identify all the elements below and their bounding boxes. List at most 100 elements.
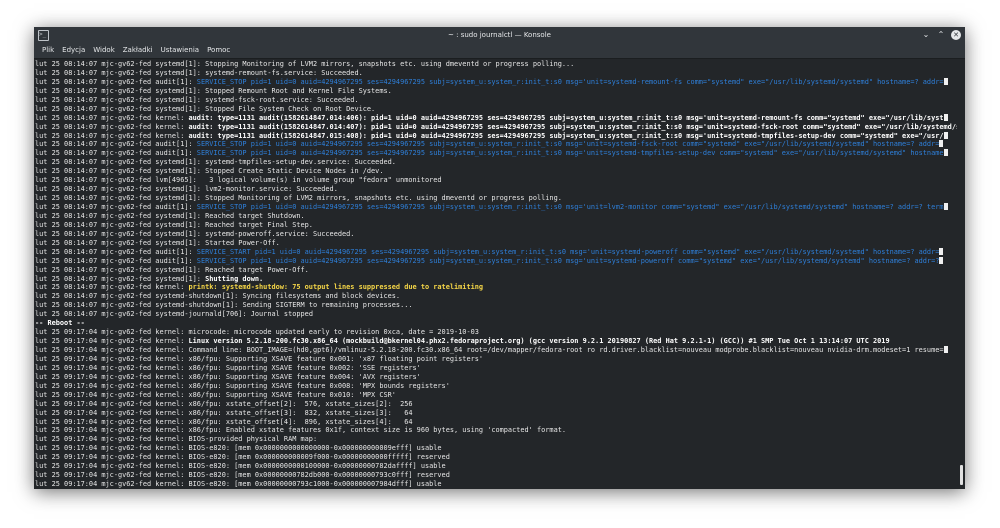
title-bar[interactable]: >_ ~ : sudo journalctl — Konsole ⌄ ⌃ ✕	[34, 27, 965, 43]
log-line: lut 25 08:14:07 mjc-gv62-fed audit[1]: S…	[35, 140, 957, 149]
log-prefix: lut 25 09:17:04 mjc-gv62-fed kernel:	[35, 399, 189, 408]
log-line: lut 25 09:17:04 mjc-gv62-fed kernel: BIO…	[35, 435, 957, 444]
log-message: BIOS-e820: [mem 0x00000000793c1000-0x000…	[188, 480, 442, 489]
log-prefix: lut 25 09:17:04 mjc-gv62-fed kernel:	[35, 363, 189, 372]
log-prefix: lut 25 09:17:04 mjc-gv62-fed kernel:	[35, 346, 189, 354]
log-message: Stopped File System Check on Root Device…	[205, 104, 376, 113]
log-prefix: lut 25 09:17:04 mjc-gv62-fed kernel:	[35, 337, 189, 346]
log-line: lut 25 08:14:07 mjc-gv62-fed systemd[1]:…	[35, 105, 957, 114]
log-prefix: lut 25 09:17:04 mjc-gv62-fed kernel:	[35, 328, 189, 337]
log-message: printk: systemd-shutdow: 75 output lines…	[188, 283, 484, 292]
log-prefix: lut 25 08:14:07 mjc-gv62-fed systemd[1]:	[35, 158, 206, 167]
log-line: lut 25 08:14:07 mjc-gv62-fed systemd[1]:…	[35, 230, 957, 239]
terminal-scrollbar[interactable]	[957, 59, 965, 489]
log-message: BIOS-e820: [mem 0x0000000000100000-0x000…	[188, 462, 446, 471]
log-prefix: lut 25 08:14:07 mjc-gv62-fed systemd[1]:	[35, 265, 206, 274]
log-message: audit: type=1131 audit(1582614847.015:40…	[188, 131, 944, 140]
log-message: systemd-tmpfiles-setup-dev.service: Succ…	[205, 158, 396, 167]
log-line: lut 25 09:17:04 mjc-gv62-fed kernel: mic…	[35, 328, 957, 337]
truncation-marker	[943, 77, 948, 85]
log-message: x86/fpu: xstate_offset[3]: 832, xstate_s…	[188, 408, 413, 417]
log-line: lut 25 08:14:07 mjc-gv62-fed audit[1]: S…	[35, 149, 957, 158]
log-prefix: lut 25 08:14:07 mjc-gv62-fed systemd[1]:	[35, 68, 206, 77]
truncation-marker	[939, 247, 944, 255]
log-line: lut 25 08:14:07 mjc-gv62-fed systemd[1]:…	[35, 221, 957, 230]
log-prefix: lut 25 09:17:04 mjc-gv62-fed kernel:	[35, 381, 189, 390]
log-line: lut 25 08:14:07 mjc-gv62-fed systemd[1]:…	[35, 60, 957, 69]
log-line: lut 25 09:17:04 mjc-gv62-fed kernel: x86…	[35, 409, 957, 418]
log-prefix: lut 25 08:14:07 mjc-gv62-fed kernel:	[35, 122, 189, 131]
close-icon[interactable]: ✕	[951, 30, 961, 40]
log-prefix: lut 25 09:17:04 mjc-gv62-fed kernel:	[35, 426, 189, 435]
log-line: lut 25 09:17:04 mjc-gv62-fed kernel: Com…	[35, 346, 957, 355]
truncation-marker	[943, 203, 948, 210]
log-line: lut 25 09:17:04 mjc-gv62-fed kernel: x86…	[35, 391, 957, 400]
menu-edycja[interactable]: Edycja	[58, 43, 89, 58]
log-message: x86/fpu: Supporting XSAVE feature 0x008:…	[188, 381, 450, 390]
maximize-icon[interactable]: ⌃	[936, 30, 946, 40]
log-prefix: lut 25 09:17:04 mjc-gv62-fed kernel:	[35, 372, 189, 381]
log-prefix: lut 25 08:14:07 mjc-gv62-fed systemd[1]:	[35, 95, 206, 104]
log-line: lut 25 08:14:07 mjc-gv62-fed audit[1]: S…	[35, 77, 957, 87]
truncation-marker	[939, 140, 944, 148]
log-message: systemd-remount-fs.service: Succeeded.	[205, 68, 363, 77]
log-message: SERVICE_STOP pid=1 uid=0 auid=4294967295…	[196, 256, 940, 265]
log-message: 3 logical volume(s) in volume group "fed…	[200, 176, 442, 185]
menu-ustawienia[interactable]: Ustawienia	[157, 43, 203, 58]
log-message: SERVICE_STOP pid=1 uid=0 auid=4294967295…	[196, 149, 944, 158]
log-message: SERVICE_START pid=1 uid=0 auid=429496729…	[196, 247, 940, 256]
log-prefix: lut 25 09:17:04 mjc-gv62-fed kernel:	[35, 408, 189, 417]
menu-pomoc[interactable]: Pomoc	[203, 43, 234, 58]
log-prefix: lut 25 08:14:07 mjc-gv62-fed audit[1]:	[35, 149, 197, 158]
log-line: lut 25 08:14:07 mjc-gv62-fed systemd[1]:…	[35, 212, 957, 221]
log-line: lut 25 09:17:04 mjc-gv62-fed kernel: x86…	[35, 382, 957, 391]
log-message: microcode: microcode updated early to re…	[188, 328, 479, 337]
log-prefix: lut 25 08:14:07 mjc-gv62-fed systemd[1]:	[35, 274, 206, 283]
log-line: lut 25 09:17:04 mjc-gv62-fed kernel: BIO…	[35, 453, 957, 462]
log-line: -- Reboot --	[35, 319, 957, 328]
log-line: lut 25 08:14:07 mjc-gv62-fed systemd-shu…	[35, 301, 957, 310]
log-prefix: lut 25 08:14:07 mjc-gv62-fed systemd-shu…	[35, 292, 243, 301]
log-prefix: lut 25 08:14:07 mjc-gv62-fed lvm[4965]:	[35, 176, 201, 185]
log-prefix: lut 25 08:14:07 mjc-gv62-fed systemd[1]:	[35, 211, 206, 220]
log-message: Stopped Remount Root and Kernel File Sys…	[205, 86, 392, 95]
log-message: systemd-poweroff.service: Succeeded.	[205, 229, 355, 238]
menu-plik[interactable]: Plik	[38, 43, 58, 58]
log-prefix: lut 25 08:14:07 mjc-gv62-fed audit[1]:	[35, 140, 197, 149]
log-prefix: lut 25 08:14:07 mjc-gv62-fed systemd[1]:	[35, 185, 206, 194]
log-prefix: lut 25 08:14:07 mjc-gv62-fed systemd[1]:	[35, 167, 206, 176]
terminal-output[interactable]: lut 25 08:14:07 mjc-gv62-fed systemd[1]:…	[34, 59, 957, 489]
log-prefix: lut 25 08:14:07 mjc-gv62-fed audit[1]:	[35, 247, 197, 256]
log-message: Shutting down.	[205, 274, 264, 283]
log-message: x86/fpu: Supporting XSAVE feature 0x010:…	[188, 390, 396, 399]
log-message: SERVICE_STOP pid=1 uid=0 auid=4294967295…	[196, 203, 944, 211]
log-message: systemd-fsck-root.service: Succeeded.	[205, 95, 359, 104]
log-message: Linux version 5.2.18-200.fc30.x86_64 (mo…	[188, 337, 890, 346]
log-message: -- Reboot --	[35, 319, 85, 328]
log-message: x86/fpu: xstate_offset[4]: 896, xstate_s…	[188, 417, 413, 426]
menu-widok[interactable]: Widok	[89, 43, 119, 58]
log-message: x86/fpu: Supporting XSAVE feature 0x001:…	[188, 354, 484, 363]
log-prefix: lut 25 08:14:07 mjc-gv62-fed kernel:	[35, 283, 189, 292]
log-line: lut 25 08:14:07 mjc-gv62-fed systemd[1]:…	[35, 167, 957, 176]
log-message: x86/fpu: xstate_offset[2]: 576, xstate_s…	[188, 399, 413, 408]
log-message: Started Power-Off.	[205, 238, 280, 247]
terminal-app-icon[interactable]: >_	[38, 30, 49, 41]
log-line: lut 25 08:14:07 mjc-gv62-fed audit[1]: S…	[35, 203, 957, 212]
menu-bar: Plik Edycja Widok Zakładki Ustawienia Po…	[34, 43, 965, 59]
menu-zakladki[interactable]: Zakładki	[119, 43, 157, 58]
log-message: Sending SIGTERM to remaining processes..…	[242, 301, 413, 310]
truncation-marker	[939, 256, 944, 264]
log-message: Reached target Power-Off.	[205, 265, 309, 274]
log-prefix: lut 25 08:14:07 mjc-gv62-fed audit[1]:	[35, 203, 197, 211]
log-message: SERVICE_STOP pid=1 uid=0 auid=4294967295…	[196, 140, 940, 149]
minimize-icon[interactable]: ⌄	[921, 30, 931, 40]
log-line: lut 25 08:14:07 mjc-gv62-fed audit[1]: S…	[35, 256, 957, 266]
log-prefix: lut 25 08:14:07 mjc-gv62-fed systemd[1]:	[35, 104, 206, 113]
log-line: lut 25 09:17:04 mjc-gv62-fed kernel: BIO…	[35, 462, 957, 471]
log-message: BIOS-provided physical RAM map:	[188, 435, 318, 444]
scrollbar-thumb[interactable]	[960, 465, 963, 485]
log-prefix: lut 25 08:14:07 mjc-gv62-fed systemd-jou…	[35, 310, 251, 319]
window-title: ~ : sudo journalctl — Konsole	[448, 31, 551, 39]
log-line: lut 25 09:17:04 mjc-gv62-fed kernel: x86…	[35, 426, 957, 435]
